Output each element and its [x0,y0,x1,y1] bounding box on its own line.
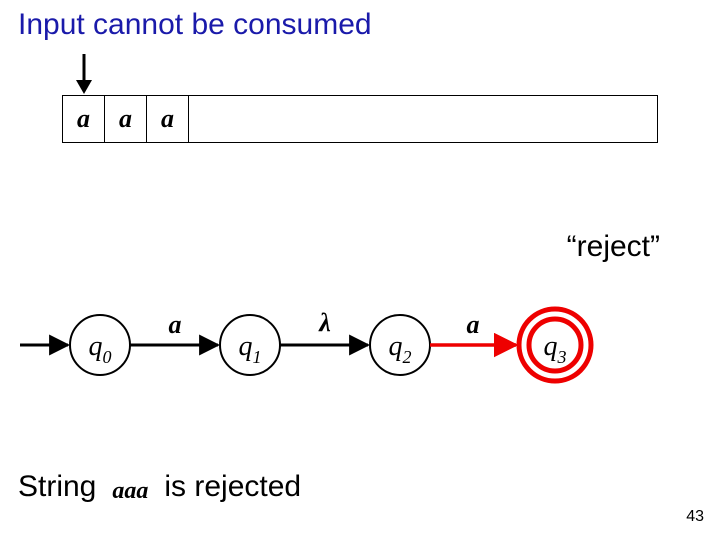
state-q3: q3 [519,309,591,381]
transition-label: a [467,310,480,339]
state-sub: 1 [253,347,262,367]
footer-text: String aaa is rejected [18,470,301,504]
input-tape: a a a [62,95,658,143]
state-q1: q1 [220,315,280,375]
tape-cell: a [147,96,189,142]
reject-label: “reject” [567,230,660,264]
tape-cell: a [105,96,147,142]
page-number: 43 [686,508,704,526]
state-q2: q2 [370,315,430,375]
tape-head-arrow [72,52,96,96]
transition-label: a [169,310,182,339]
tape-cell-blank [189,96,657,142]
slide-title: Input cannot be consumed [18,8,372,42]
tape-cell: a [63,96,105,142]
state-name: q [389,331,403,362]
footer-string: aaa [106,478,154,505]
state-sub: 2 [403,347,412,367]
footer-left: String [18,470,96,504]
automaton-diagram: q0 a q1 λ q2 a q3 [10,285,710,405]
state-name: q [89,331,103,362]
state-q0: q0 [70,315,130,375]
state-sub: 3 [557,347,567,367]
footer-right: is rejected [164,470,301,504]
state-name: q [544,331,558,362]
transition-label: λ [318,308,331,337]
state-sub: 0 [103,347,112,367]
state-name: q [239,331,253,362]
